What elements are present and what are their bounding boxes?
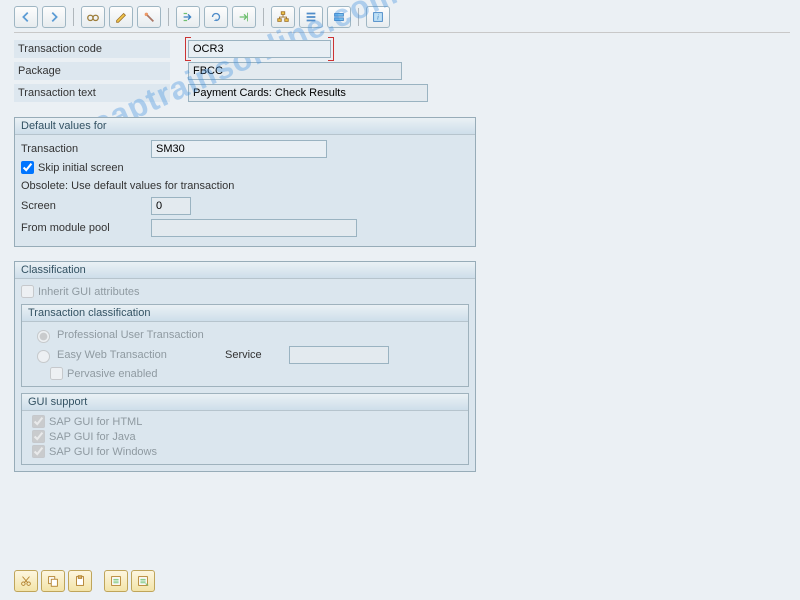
default-transaction-row: Transaction xyxy=(21,139,469,159)
inherit-gui-input xyxy=(21,285,34,298)
screen-label: Screen xyxy=(21,200,151,212)
easy-web-input xyxy=(37,350,50,363)
undo-button[interactable] xyxy=(104,570,128,592)
package-input[interactable] xyxy=(188,62,402,80)
list-icon xyxy=(304,10,318,24)
arrow-right-icon xyxy=(47,10,61,24)
sap-transaction-screen: saptrainsonline.com xyxy=(0,0,800,600)
transaction-classification-title: Transaction classification xyxy=(22,305,468,322)
activate-button[interactable] xyxy=(137,6,161,28)
professional-user-radio[interactable]: Professional User Transaction xyxy=(32,327,458,343)
transaction-code-input[interactable] xyxy=(188,40,331,58)
gui-java-checkbox[interactable]: SAP GUI for Java xyxy=(32,430,458,443)
inherit-gui-checkbox[interactable]: Inherit GUI attributes xyxy=(21,285,469,298)
other-object-button[interactable] xyxy=(176,6,200,28)
pervasive-label: Pervasive enabled xyxy=(67,368,158,380)
transaction-code-field-wrapper xyxy=(188,40,331,58)
spiral-arrow-icon xyxy=(209,10,223,24)
redo-button[interactable] xyxy=(131,570,155,592)
screen-row: Screen xyxy=(21,196,469,216)
default-transaction-label: Transaction xyxy=(21,143,151,155)
exit-arrow-icon xyxy=(237,10,251,24)
service-label: Service xyxy=(225,349,285,361)
module-pool-row: From module pool xyxy=(21,218,469,238)
gui-windows-input xyxy=(32,445,45,458)
gui-support-title: GUI support xyxy=(22,394,468,411)
default-transaction-input[interactable] xyxy=(151,140,327,158)
copy-icon xyxy=(46,574,60,588)
application-toolbar: i xyxy=(14,6,790,33)
separator xyxy=(168,8,169,26)
gui-html-checkbox[interactable]: SAP GUI for HTML xyxy=(32,415,458,428)
pervasive-checkbox[interactable]: Pervasive enabled xyxy=(50,367,458,380)
redo-list-icon xyxy=(136,574,150,588)
transaction-code-label: Transaction code xyxy=(14,40,170,58)
package-row: Package xyxy=(14,61,790,81)
display-object-button[interactable] xyxy=(81,6,105,28)
module-pool-label: From module pool xyxy=(21,222,151,234)
screen-input[interactable] xyxy=(151,197,191,215)
back-button[interactable] xyxy=(14,6,38,28)
gui-html-input xyxy=(32,415,45,428)
object-list-button[interactable] xyxy=(299,6,323,28)
documentation-button[interactable]: i xyxy=(366,6,390,28)
separator xyxy=(263,8,264,26)
copy-button[interactable] xyxy=(41,570,65,592)
gui-html-label: SAP GUI for HTML xyxy=(49,416,142,428)
transaction-classification-panel: Transaction classification Professional … xyxy=(21,304,469,387)
professional-user-input xyxy=(37,330,50,343)
stacked-arrows-icon xyxy=(181,10,195,24)
glasses-icon xyxy=(86,10,100,24)
classification-panel: Classification Inherit GUI attributes Tr… xyxy=(14,261,476,472)
transaction-text-input[interactable] xyxy=(188,84,428,102)
skip-initial-screen-checkbox[interactable]: Skip initial screen xyxy=(21,161,469,174)
transaction-text-label: Transaction text xyxy=(14,84,170,102)
svg-text:i: i xyxy=(377,14,379,22)
transaction-code-row: Transaction code xyxy=(14,39,790,59)
undo-list-icon xyxy=(109,574,123,588)
default-values-title: Default values for xyxy=(15,118,475,135)
separator xyxy=(358,8,359,26)
pencil-icon xyxy=(114,10,128,24)
pervasive-input xyxy=(50,367,63,380)
service-input xyxy=(289,346,389,364)
skip-initial-screen-input[interactable] xyxy=(21,161,34,174)
enhance-button[interactable] xyxy=(204,6,228,28)
matchstick-icon xyxy=(142,10,156,24)
bottom-toolbar xyxy=(14,570,155,592)
easy-web-row: Easy Web Transaction Service xyxy=(32,346,458,364)
change-object-button[interactable] xyxy=(109,6,133,28)
classification-title: Classification xyxy=(15,262,475,279)
cut-button[interactable] xyxy=(14,570,38,592)
where-used-button[interactable] xyxy=(232,6,256,28)
hierarchy-button[interactable] xyxy=(271,6,295,28)
gui-windows-label: SAP GUI for Windows xyxy=(49,446,157,458)
professional-user-label: Professional User Transaction xyxy=(57,329,204,341)
gui-java-label: SAP GUI for Java xyxy=(49,431,136,443)
stack-icon xyxy=(332,10,346,24)
obsolete-note: Obsolete: Use default values for transac… xyxy=(21,180,469,192)
info-icon: i xyxy=(371,10,385,24)
inherit-gui-label: Inherit GUI attributes xyxy=(38,286,140,298)
gui-java-input xyxy=(32,430,45,443)
default-values-panel: Default values for Transaction Skip init… xyxy=(14,117,476,247)
module-pool-input[interactable] xyxy=(151,219,357,237)
hierarchy-icon xyxy=(276,10,290,24)
paste-icon xyxy=(73,574,87,588)
transaction-text-row: Transaction text xyxy=(14,83,790,103)
easy-web-label: Easy Web Transaction xyxy=(57,349,221,361)
separator xyxy=(73,8,74,26)
arrow-left-icon xyxy=(19,10,33,24)
gui-windows-checkbox[interactable]: SAP GUI for Windows xyxy=(32,445,458,458)
skip-initial-screen-label: Skip initial screen xyxy=(38,162,124,174)
forward-button[interactable] xyxy=(42,6,66,28)
paste-button[interactable] xyxy=(68,570,92,592)
navigation-stack-button[interactable] xyxy=(327,6,351,28)
package-label: Package xyxy=(14,62,170,80)
scissors-icon xyxy=(19,574,33,588)
gui-support-panel: GUI support SAP GUI for HTML SAP GUI for… xyxy=(21,393,469,465)
